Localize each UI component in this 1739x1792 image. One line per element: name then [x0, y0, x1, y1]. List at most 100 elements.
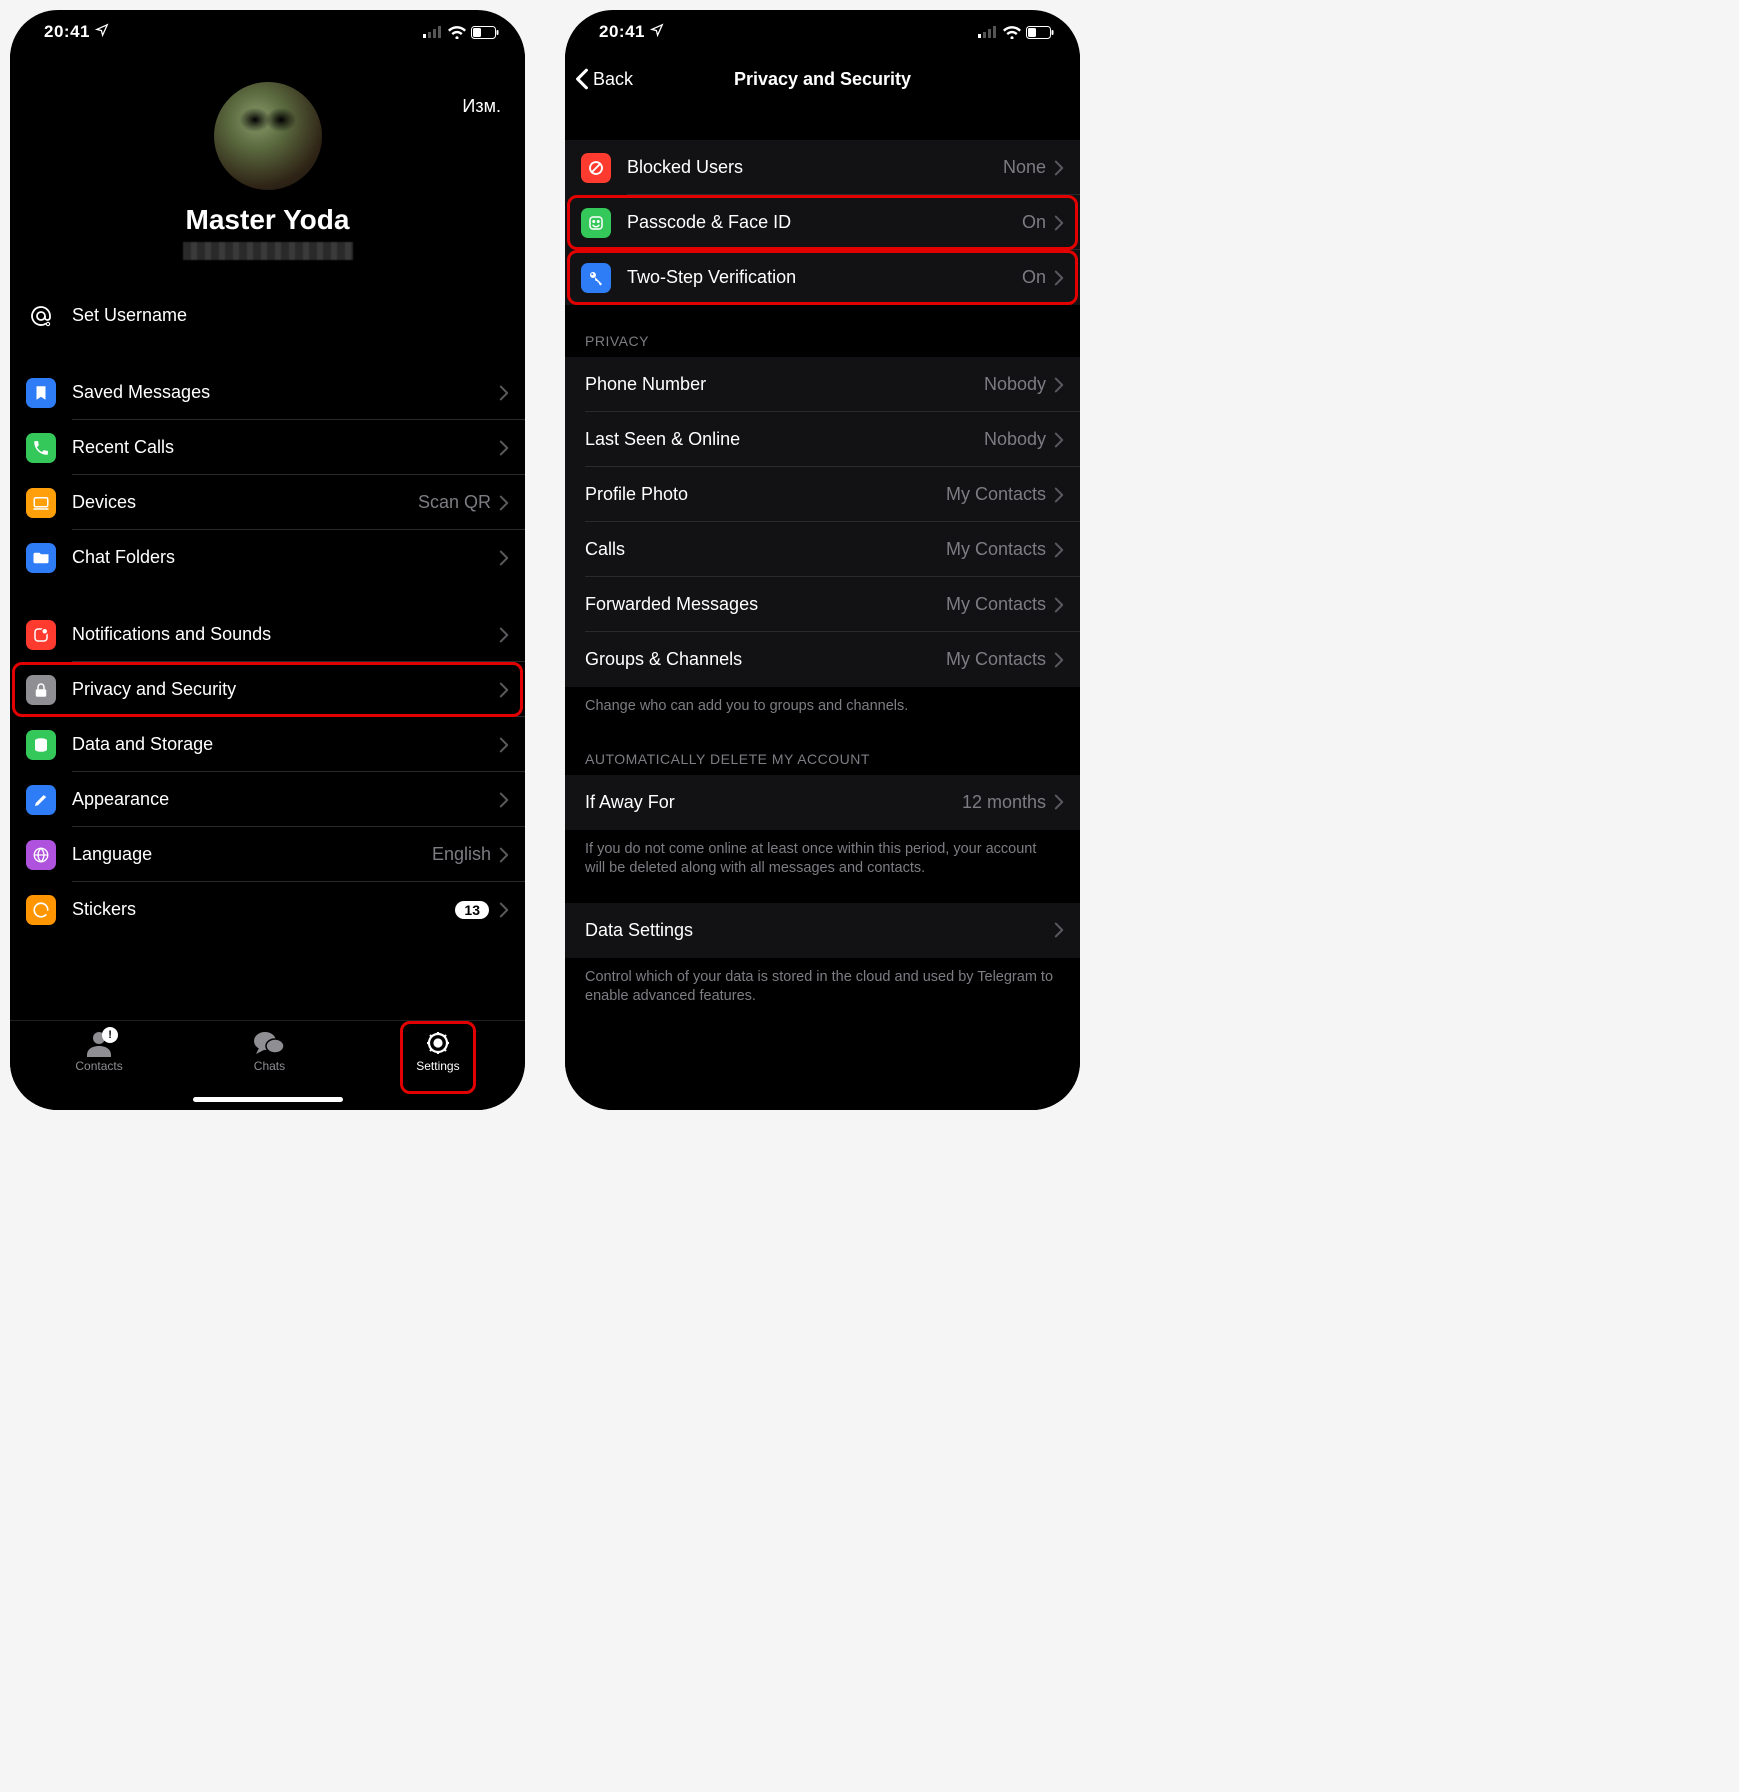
chevron-right-icon — [499, 737, 509, 753]
row-badge: 13 — [455, 901, 489, 919]
row-label: Profile Photo — [585, 484, 946, 505]
status-time: 20:41 — [44, 22, 90, 41]
row-label: Data Settings — [585, 920, 1054, 941]
phone-settings: 20:41 Изм. Master Yoda Set Username Save… — [10, 10, 525, 1110]
row-language[interactable]: LanguageEnglish — [10, 827, 525, 882]
tab-settings[interactable]: Settings — [416, 1029, 459, 1110]
row-label: Language — [72, 844, 432, 865]
row-if-away-for[interactable]: If Away For 12 months — [565, 775, 1080, 830]
cellular-icon — [423, 26, 443, 38]
status-bar: 20:41 — [565, 10, 1080, 54]
row-label: Set Username — [72, 305, 509, 326]
passcode-icon — [581, 208, 611, 238]
row-value: On — [1022, 212, 1046, 233]
chevron-right-icon — [1054, 794, 1064, 810]
row-appearance[interactable]: Appearance — [10, 772, 525, 827]
location-icon — [95, 23, 109, 37]
row-photo[interactable]: Profile PhotoMy Contacts — [565, 467, 1080, 522]
tab-label: Chats — [254, 1059, 285, 1073]
calls-icon — [26, 433, 56, 463]
privacy-icon — [26, 675, 56, 705]
chevron-right-icon — [1054, 542, 1064, 558]
chevron-right-icon — [499, 440, 509, 456]
row-label: Devices — [72, 492, 418, 513]
battery-icon — [1026, 26, 1054, 39]
mention-icon — [26, 301, 56, 331]
tab-bar: Contacts Chats Settings — [10, 1020, 525, 1110]
row-set-username[interactable]: Set Username — [10, 288, 525, 343]
row-phone[interactable]: Phone NumberNobody — [565, 357, 1080, 412]
tab-label: Contacts — [75, 1059, 122, 1073]
row-folders[interactable]: Chat Folders — [10, 530, 525, 585]
row-value: English — [432, 844, 491, 865]
row-fwd[interactable]: Forwarded MessagesMy Contacts — [565, 577, 1080, 632]
chevron-right-icon — [499, 627, 509, 643]
row-label: Forwarded Messages — [585, 594, 946, 615]
chevron-right-icon — [499, 902, 509, 918]
row-label: Passcode & Face ID — [627, 212, 1022, 233]
row-label: Phone Number — [585, 374, 984, 395]
chevron-right-icon — [499, 682, 509, 698]
row-blocked[interactable]: Blocked UsersNone — [565, 140, 1080, 195]
row-groups[interactable]: Groups & ChannelsMy Contacts — [565, 632, 1080, 687]
row-label: Recent Calls — [72, 437, 499, 458]
row-calls[interactable]: Recent Calls — [10, 420, 525, 475]
row-twostep[interactable]: Two-Step VerificationOn — [565, 250, 1080, 305]
row-privacy[interactable]: Privacy and Security — [10, 662, 525, 717]
row-value: Scan QR — [418, 492, 491, 513]
row-saved[interactable]: Saved Messages — [10, 365, 525, 420]
section-footer-datasettings: Control which of your data is stored in … — [565, 958, 1080, 1013]
section-header-autodelete: AUTOMATICALLY DELETE MY ACCOUNT — [565, 723, 1080, 775]
row-value: 12 months — [962, 792, 1046, 813]
profile-sub-redacted — [183, 242, 353, 260]
chevron-right-icon — [1054, 160, 1064, 176]
avatar[interactable] — [214, 82, 322, 190]
tab-contacts[interactable]: Contacts — [75, 1029, 122, 1110]
section-footer-privacy: Change who can add you to groups and cha… — [565, 687, 1080, 723]
wifi-icon — [448, 26, 466, 39]
profile-name: Master Yoda — [10, 204, 525, 236]
chevron-right-icon — [499, 847, 509, 863]
row-passcode[interactable]: Passcode & Face IDOn — [565, 195, 1080, 250]
home-indicator[interactable] — [193, 1097, 343, 1102]
row-notifications[interactable]: Notifications and Sounds — [10, 607, 525, 662]
row-devices[interactable]: DevicesScan QR — [10, 475, 525, 530]
folders-icon — [26, 543, 56, 573]
chevron-right-icon — [1054, 487, 1064, 503]
row-label: If Away For — [585, 792, 962, 813]
devices-icon — [26, 488, 56, 518]
row-label: Two-Step Verification — [627, 267, 1022, 288]
blocked-icon — [581, 153, 611, 183]
notifications-icon — [26, 620, 56, 650]
profile-header: Изм. Master Yoda — [10, 54, 525, 288]
chevron-right-icon — [499, 495, 509, 511]
status-bar: 20:41 — [10, 10, 525, 54]
page-title: Privacy and Security — [734, 69, 911, 90]
row-label: Saved Messages — [72, 382, 499, 403]
row-label: Chat Folders — [72, 547, 499, 568]
back-button[interactable]: Back — [575, 68, 633, 90]
row-label: Last Seen & Online — [585, 429, 984, 450]
phone-privacy: 20:41 Back Privacy and Security Blocked … — [565, 10, 1080, 1110]
row-data-settings[interactable]: Data Settings — [565, 903, 1080, 958]
alert-badge-icon — [102, 1027, 118, 1043]
row-label: Data and Storage — [72, 734, 499, 755]
stickers-icon — [26, 895, 56, 925]
edit-button[interactable]: Изм. — [462, 96, 501, 117]
nav-bar: Back Privacy and Security — [565, 54, 1080, 104]
row-value: Nobody — [984, 374, 1046, 395]
row-label: Appearance — [72, 789, 499, 810]
row-label: Groups & Channels — [585, 649, 946, 670]
chevron-right-icon — [1054, 215, 1064, 231]
row-value: On — [1022, 267, 1046, 288]
row-stickers[interactable]: Stickers13 — [10, 882, 525, 937]
row-value: None — [1003, 157, 1046, 178]
row-lastseen[interactable]: Last Seen & OnlineNobody — [565, 412, 1080, 467]
cellular-icon — [978, 26, 998, 38]
battery-icon — [471, 26, 499, 39]
appearance-icon — [26, 785, 56, 815]
chevron-right-icon — [1054, 652, 1064, 668]
row-label: Notifications and Sounds — [72, 624, 499, 645]
row-pcalls[interactable]: CallsMy Contacts — [565, 522, 1080, 577]
row-data[interactable]: Data and Storage — [10, 717, 525, 772]
